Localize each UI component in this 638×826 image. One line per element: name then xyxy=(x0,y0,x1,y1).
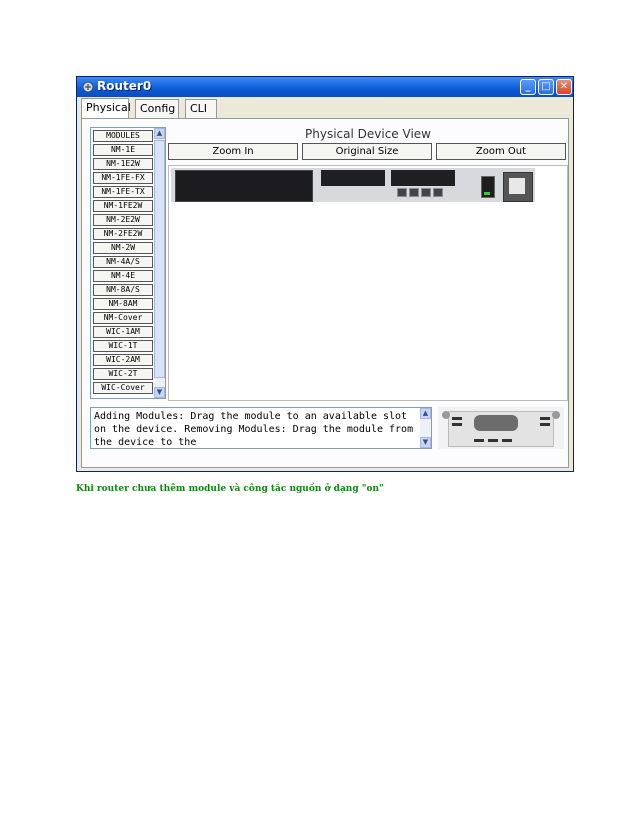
empty-module-slot[interactable] xyxy=(175,170,313,202)
module-slot[interactable] xyxy=(391,170,455,186)
module-item-nm-8am[interactable]: NM-8AM xyxy=(93,298,153,310)
window-title: Router0 xyxy=(97,79,152,93)
physical-tab-panel: MODULES NM-1E NM-1E2W NM-1FE-FX NM-1FE-T… xyxy=(81,118,569,468)
router-window: Router0 _ □ ✕ Physical Config CLI MODULE… xyxy=(76,76,574,472)
ethernet-port-icon xyxy=(409,188,419,197)
vent-icon xyxy=(540,423,550,426)
module-item-wic-2t[interactable]: WIC-2T xyxy=(93,368,153,380)
title-bar[interactable]: Router0 _ □ ✕ xyxy=(77,77,573,97)
module-item-nm-8as[interactable]: NM-8A/S xyxy=(93,284,153,296)
zoom-in-button[interactable]: Zoom In xyxy=(168,143,298,160)
original-size-button[interactable]: Original Size xyxy=(302,143,432,160)
router-icon xyxy=(82,81,94,93)
ethernet-port-icon xyxy=(433,188,443,197)
module-item-nm-1e2w[interactable]: NM-1E2W xyxy=(93,158,153,170)
module-item-nm-4e[interactable]: NM-4E xyxy=(93,270,153,282)
screw-icon xyxy=(442,411,450,419)
module-item-nm-1e[interactable]: NM-1E xyxy=(93,144,153,156)
tab-config[interactable]: Config xyxy=(135,99,179,118)
scroll-up-icon[interactable]: ▲ xyxy=(154,128,165,139)
vent-icon xyxy=(488,439,498,442)
module-item-nm-1fe2w[interactable]: NM-1FE2W xyxy=(93,200,153,212)
ethernet-port-icon xyxy=(421,188,431,197)
vent-icon xyxy=(452,423,462,426)
scroll-up-icon[interactable]: ▲ xyxy=(420,408,431,419)
module-item-wic-cover[interactable]: WIC-Cover xyxy=(93,382,153,394)
help-scrollbar[interactable]: ▲ ▼ xyxy=(420,408,431,448)
scroll-thumb[interactable] xyxy=(154,140,165,378)
module-slot[interactable] xyxy=(321,170,385,186)
zoom-out-button[interactable]: Zoom Out xyxy=(436,143,566,160)
module-item-nm-1fe-tx[interactable]: NM-1FE-TX xyxy=(93,186,153,198)
maximize-button[interactable]: □ xyxy=(538,79,554,95)
module-item-wic-1t[interactable]: WIC-1T xyxy=(93,340,153,352)
module-item-nm-2e2w[interactable]: NM-2E2W xyxy=(93,214,153,226)
module-item-nm-1fe-fx[interactable]: NM-1FE-FX xyxy=(93,172,153,184)
module-item-wic-2am[interactable]: WIC-2AM xyxy=(93,354,153,366)
module-item-nm-cover[interactable]: NM-Cover xyxy=(93,312,153,324)
module-list-scrollbar[interactable]: ▲ ▼ xyxy=(154,128,165,398)
module-list: MODULES NM-1E NM-1E2W NM-1FE-FX NM-1FE-T… xyxy=(90,127,166,399)
module-item-wic-1am[interactable]: WIC-1AM xyxy=(93,326,153,338)
vent-icon xyxy=(474,439,484,442)
figure-caption: Khi router chưa thêm module và công tắc … xyxy=(76,484,384,494)
tab-cli[interactable]: CLI xyxy=(185,99,217,118)
minimize-button[interactable]: _ xyxy=(520,79,536,95)
module-list-header[interactable]: MODULES xyxy=(93,130,153,142)
close-button[interactable]: ✕ xyxy=(556,79,572,95)
vent-icon xyxy=(502,439,512,442)
physical-device-view: Physical Device View Zoom In Original Si… xyxy=(168,127,568,401)
router-chassis xyxy=(171,168,535,202)
power-socket-icon xyxy=(509,178,525,194)
device-canvas xyxy=(168,165,568,401)
module-item-nm-2w[interactable]: NM-2W xyxy=(93,242,153,254)
help-text: Adding Modules: Drag the module to an av… xyxy=(94,411,414,448)
module-item-nm-2fe2w[interactable]: NM-2FE2W xyxy=(93,228,153,240)
vent-icon xyxy=(452,417,462,420)
tab-physical[interactable]: Physical xyxy=(81,98,131,119)
module-preview xyxy=(438,407,564,449)
screw-icon xyxy=(552,411,560,419)
ethernet-port-icon xyxy=(397,188,407,197)
help-textbox[interactable]: Adding Modules: Drag the module to an av… xyxy=(90,407,432,449)
scroll-down-icon[interactable]: ▼ xyxy=(420,437,431,448)
serial-connector-icon xyxy=(474,415,518,431)
device-view-title: Physical Device View xyxy=(305,127,431,141)
module-item-nm-4as[interactable]: NM-4A/S xyxy=(93,256,153,268)
scroll-down-icon[interactable]: ▼ xyxy=(154,387,165,398)
vent-icon xyxy=(540,417,550,420)
power-led-icon xyxy=(484,192,490,195)
